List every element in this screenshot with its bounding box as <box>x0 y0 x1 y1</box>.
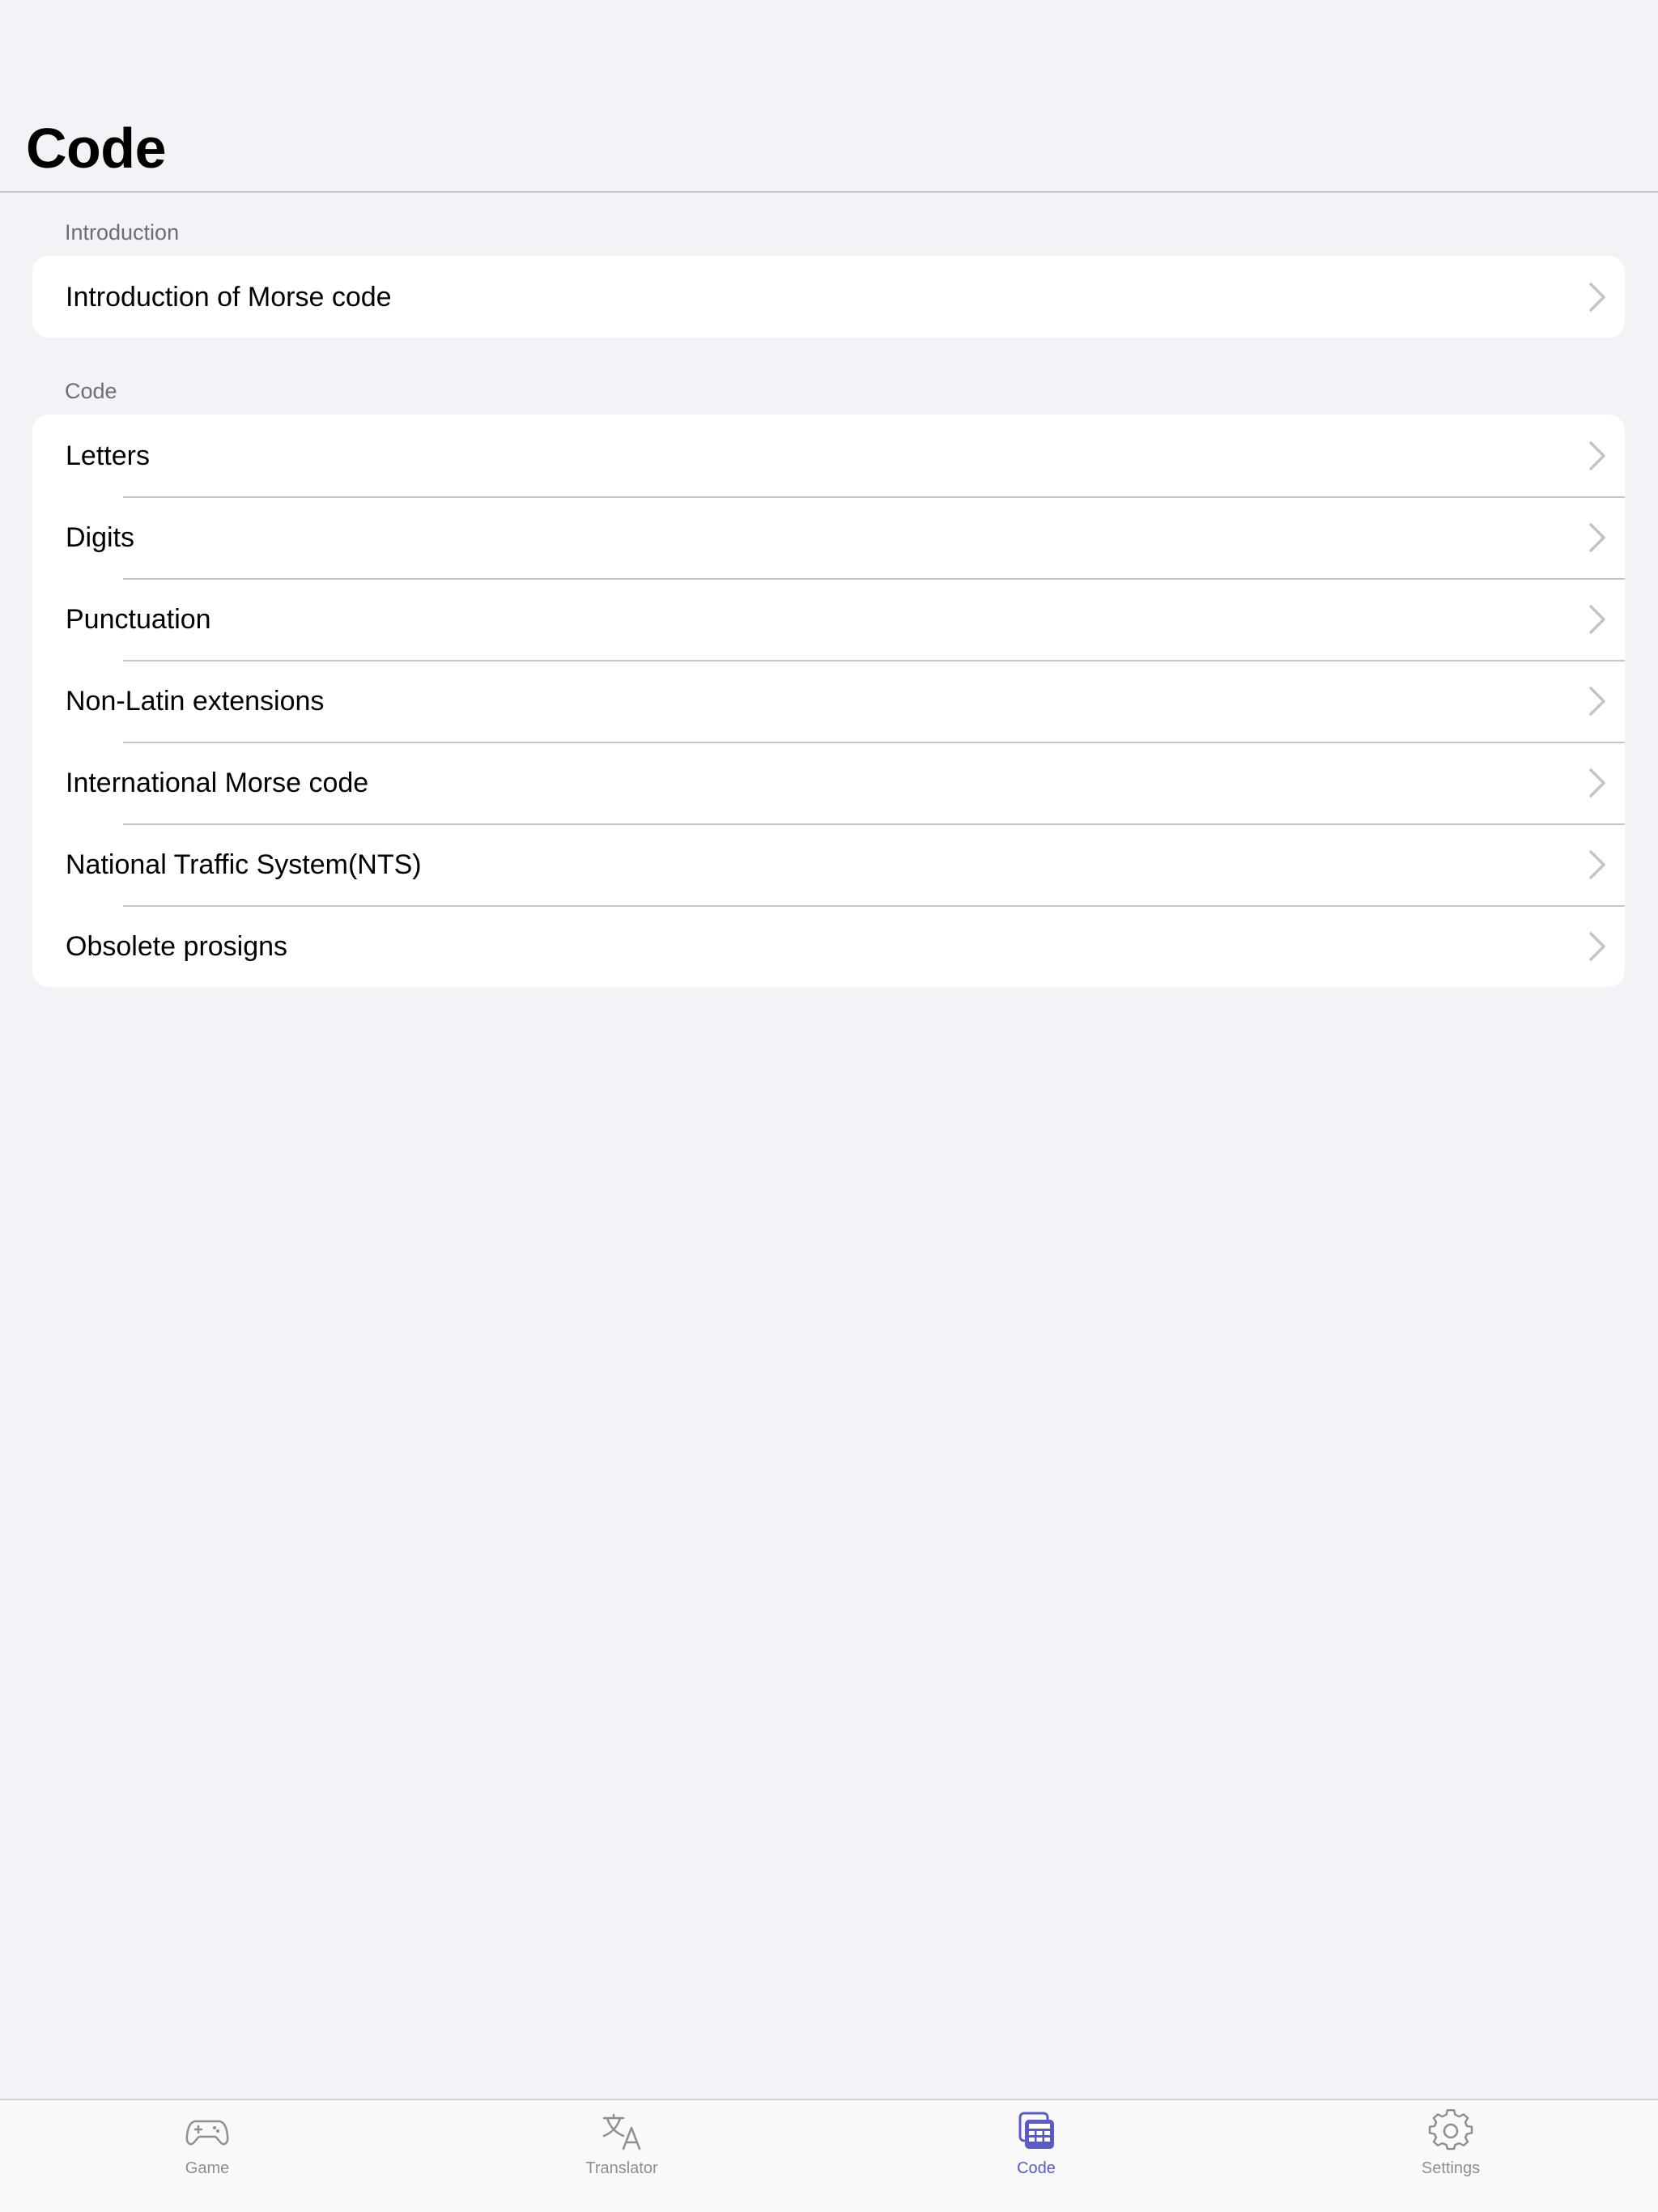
chevron-right-icon <box>1588 281 1607 313</box>
translate-icon <box>599 2108 644 2154</box>
chevron-right-icon <box>1588 603 1607 636</box>
page-title: Code <box>26 117 167 180</box>
row-obsolete-prosigns[interactable]: Obsolete prosigns <box>32 905 1625 987</box>
tab-label: Settings <box>1421 2159 1481 2177</box>
tab-label: Code <box>1017 2159 1056 2177</box>
row-label: Digits <box>66 521 135 553</box>
chevron-right-icon <box>1588 930 1607 963</box>
row-digits[interactable]: Digits <box>32 496 1625 578</box>
row-label: Non-Latin extensions <box>66 685 325 717</box>
section-header-introduction: Introduction <box>65 220 180 245</box>
code-table-icon <box>1014 2108 1059 2154</box>
gear-icon <box>1428 2108 1473 2154</box>
row-introduction-of-morse-code[interactable]: Introduction of Morse code <box>32 256 1625 338</box>
tab-bar: Game Translator Code Settings <box>0 2099 1658 2212</box>
chevron-right-icon <box>1588 521 1607 554</box>
tab-game[interactable]: Game <box>0 2100 414 2212</box>
tab-code[interactable]: Code <box>829 2100 1244 2212</box>
row-non-latin-extensions[interactable]: Non-Latin extensions <box>32 660 1625 742</box>
tab-label: Translator <box>585 2159 658 2177</box>
gamecontroller-icon <box>185 2108 230 2154</box>
code-group: Letters Digits Punctuation Non-Latin ext… <box>32 415 1625 987</box>
row-letters[interactable]: Letters <box>32 415 1625 496</box>
tab-settings[interactable]: Settings <box>1244 2100 1658 2212</box>
chevron-right-icon <box>1588 685 1607 717</box>
row-national-traffic-system[interactable]: National Traffic System(NTS) <box>32 823 1625 905</box>
row-label: Punctuation <box>66 603 211 635</box>
row-label: International Morse code <box>66 767 369 798</box>
tab-label: Game <box>185 2159 230 2177</box>
row-international-morse-code[interactable]: International Morse code <box>32 742 1625 823</box>
row-label: National Traffic System(NTS) <box>66 849 422 880</box>
row-label: Obsolete prosigns <box>66 930 288 962</box>
tab-translator[interactable]: Translator <box>414 2100 829 2212</box>
row-punctuation[interactable]: Punctuation <box>32 578 1625 660</box>
chevron-right-icon <box>1588 767 1607 799</box>
row-label: Introduction of Morse code <box>66 281 392 313</box>
introduction-group: Introduction of Morse code <box>32 256 1625 338</box>
chevron-right-icon <box>1588 440 1607 472</box>
section-header-code: Code <box>65 379 117 403</box>
row-label: Letters <box>66 440 150 471</box>
chevron-right-icon <box>1588 849 1607 881</box>
navigation-bar: Code <box>0 0 1658 193</box>
